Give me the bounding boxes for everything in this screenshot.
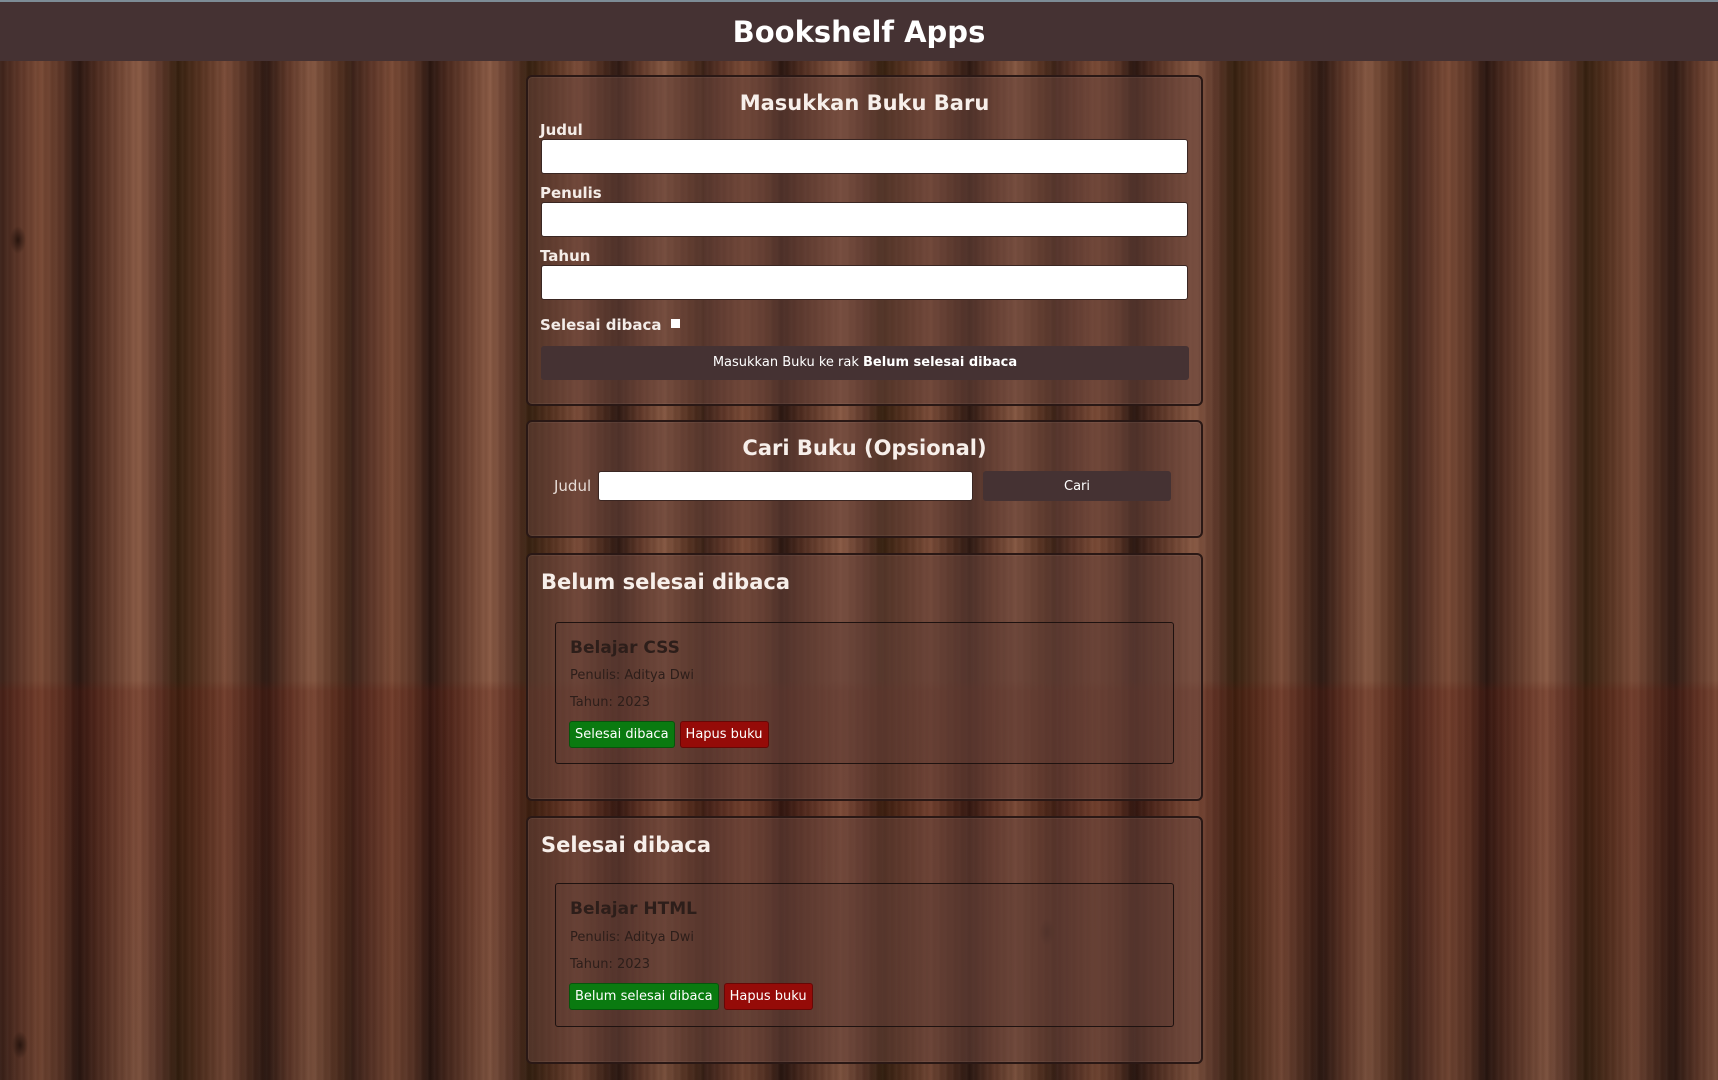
search-row: Judul Cari: [528, 471, 1201, 501]
search-label: Judul: [554, 477, 592, 495]
book-author: Penulis: Aditya Dwi: [570, 930, 695, 945]
search-book-section: Cari Buku (Opsional) Judul Cari: [526, 420, 1203, 538]
incomplete-shelf-title: Belum selesai dibaca: [541, 570, 791, 594]
input-book-section: Masukkan Buku Baru Judul Penulis Tahun S…: [526, 75, 1203, 406]
book-actions: Belum selesai dibaca Hapus buku: [569, 983, 813, 1010]
incomplete-shelf: Belum selesai dibaca Belajar CSS Penulis…: [526, 553, 1203, 801]
complete-checkbox[interactable]: [671, 318, 681, 328]
book-actions: Selesai dibaca Hapus buku: [569, 721, 769, 748]
search-input[interactable]: [598, 471, 973, 501]
input-section-title: Masukkan Buku Baru: [739, 91, 990, 115]
complete-checkbox-label: Selesai dibaca: [540, 316, 662, 334]
app-title: Bookshelf Apps: [732, 14, 986, 49]
author-input[interactable]: [541, 202, 1188, 237]
complete-shelf-title: Selesai dibaca: [541, 833, 712, 857]
complete-shelf: Selesai dibaca Belajar HTML Penulis: Adi…: [526, 816, 1203, 1064]
author-field-label: Penulis: [540, 184, 602, 202]
book-year: Tahun: 2023: [570, 957, 651, 972]
year-field-label: Tahun: [540, 247, 591, 265]
mark-incomplete-button[interactable]: Belum selesai dibaca: [569, 983, 719, 1010]
app-header: Bookshelf Apps: [0, 0, 1718, 61]
search-section-title: Cari Buku (Opsional): [742, 436, 987, 460]
title-field-label: Judul: [540, 121, 583, 139]
book-item: Belajar HTML Penulis: Aditya Dwi Tahun: …: [555, 883, 1174, 1027]
book-year: Tahun: 2023: [570, 695, 651, 710]
mark-complete-button[interactable]: Selesai dibaca: [569, 721, 675, 748]
book-title: Belajar HTML: [570, 899, 697, 919]
book-item: Belajar CSS Penulis: Aditya Dwi Tahun: 2…: [555, 622, 1174, 764]
submit-button-target: Belum selesai dibaca: [863, 355, 1018, 370]
title-input[interactable]: [541, 139, 1188, 174]
submit-book-button[interactable]: Masukkan Buku ke rak Belum selesai dibac…: [541, 346, 1189, 380]
delete-book-button[interactable]: Hapus buku: [679, 721, 769, 748]
year-input[interactable]: [541, 265, 1188, 300]
book-author: Penulis: Aditya Dwi: [570, 668, 695, 683]
book-title: Belajar CSS: [570, 638, 680, 658]
delete-book-button[interactable]: Hapus buku: [723, 983, 813, 1010]
complete-checkbox-row: Selesai dibaca: [540, 315, 1201, 335]
submit-button-prefix: Masukkan Buku ke rak: [712, 355, 864, 370]
search-button[interactable]: Cari: [983, 471, 1171, 501]
